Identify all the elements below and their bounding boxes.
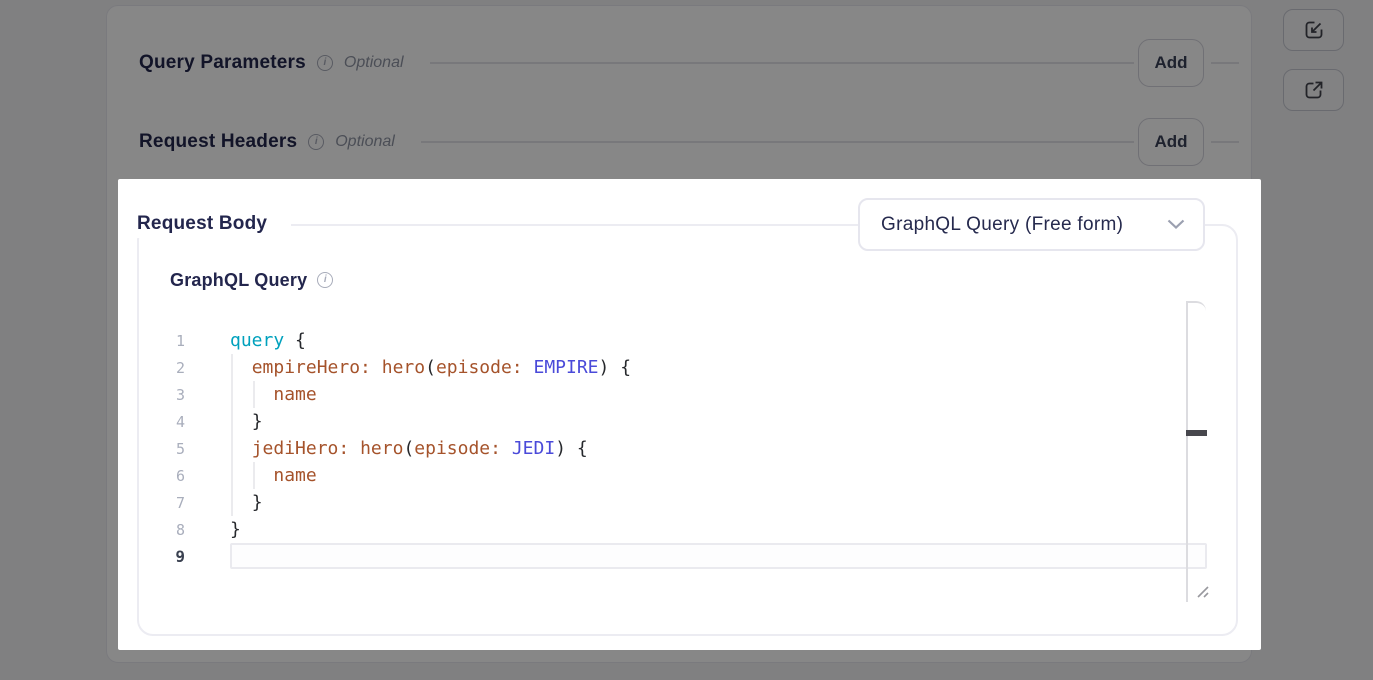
- request-body-label: Request Body: [137, 213, 267, 235]
- line-number: 5: [138, 440, 185, 458]
- code-token: hero: [360, 438, 403, 459]
- code-token: episode:: [436, 357, 523, 378]
- code-token: (: [403, 438, 414, 459]
- chevron-down-icon: [1167, 219, 1185, 230]
- code-token: ) {: [555, 438, 588, 459]
- code-token: name: [273, 384, 316, 405]
- resize-grip-icon: [1194, 583, 1210, 599]
- line-number: 4: [138, 413, 185, 431]
- active-line-highlight: [230, 543, 1207, 569]
- code-token: jediHero:: [252, 438, 350, 459]
- code-text: }: [230, 489, 263, 516]
- editor-scrollbar-track: [1186, 301, 1206, 602]
- code-token: [501, 438, 512, 459]
- code-token: query: [230, 330, 284, 351]
- editor-resize-grip[interactable]: [1194, 583, 1210, 604]
- code-token: [230, 438, 252, 459]
- code-line[interactable]: 4 }: [138, 408, 1228, 435]
- code-text: name: [230, 462, 317, 489]
- code-token: empireHero:: [252, 357, 371, 378]
- code-token: [349, 438, 360, 459]
- code-text: jediHero: hero(episode: JEDI) {: [230, 435, 588, 462]
- body-type-select[interactable]: GraphQL Query (Free form): [858, 198, 1205, 251]
- code-line[interactable]: 9: [138, 543, 1228, 570]
- graphql-query-editor[interactable]: 1 query { 2 empireHero: hero(episode: EM…: [138, 327, 1228, 571]
- code-token: ) {: [599, 357, 632, 378]
- code-token: [230, 411, 252, 432]
- line-number: 6: [138, 467, 185, 485]
- code-token: [230, 492, 252, 513]
- editor-scrollbar-thumb[interactable]: [1186, 430, 1207, 436]
- code-token: }: [252, 411, 263, 432]
- code-line[interactable]: 1 query {: [138, 327, 1228, 354]
- code-token: }: [252, 492, 263, 513]
- line-number: 8: [138, 521, 185, 539]
- code-token: [230, 357, 252, 378]
- code-line[interactable]: 3 name: [138, 381, 1228, 408]
- graphql-query-label: GraphQL Query: [170, 270, 307, 291]
- line-number: 7: [138, 494, 185, 512]
- request-body-legend: Request Body: [118, 210, 291, 238]
- code-text: empireHero: hero(episode: EMPIRE) {: [230, 354, 631, 381]
- code-token: EMPIRE: [534, 357, 599, 378]
- code-text: query {: [230, 327, 306, 354]
- code-line[interactable]: 8 }: [138, 516, 1228, 543]
- line-number: 1: [138, 332, 185, 350]
- code-line[interactable]: 5 jediHero: hero(episode: JEDI) {: [138, 435, 1228, 462]
- code-token: [371, 357, 382, 378]
- code-text: }: [230, 408, 263, 435]
- code-token: episode:: [414, 438, 501, 459]
- line-number: 2: [138, 359, 185, 377]
- code-token: (: [425, 357, 436, 378]
- line-number: 9: [138, 547, 185, 566]
- code-text: }: [230, 516, 241, 543]
- request-body-panel: Request Body GraphQL Query (Free form) G…: [118, 179, 1261, 650]
- code-token: [230, 384, 273, 405]
- code-token: }: [230, 519, 241, 540]
- code-line[interactable]: 6 name: [138, 462, 1228, 489]
- code-token: JEDI: [512, 438, 555, 459]
- code-token: [523, 357, 534, 378]
- code-token: hero: [382, 357, 425, 378]
- line-number: 3: [138, 386, 185, 404]
- graphql-query-field-header: GraphQL Query i: [170, 268, 344, 292]
- code-line[interactable]: 2 empireHero: hero(episode: EMPIRE) {: [138, 354, 1228, 381]
- code-token: [230, 465, 273, 486]
- code-token: name: [273, 465, 316, 486]
- code-line[interactable]: 7 }: [138, 489, 1228, 516]
- code-text: name: [230, 381, 317, 408]
- info-icon: i: [317, 272, 333, 288]
- body-type-value: GraphQL Query (Free form): [881, 214, 1167, 236]
- code-token: {: [284, 330, 306, 351]
